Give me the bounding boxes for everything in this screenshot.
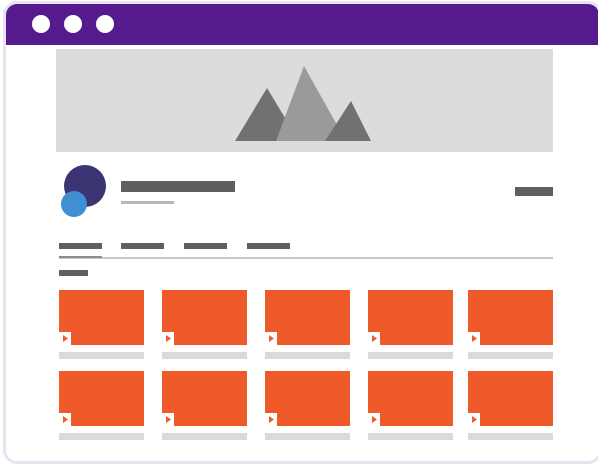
video-title[interactable] (162, 352, 247, 359)
play-icon[interactable] (59, 332, 71, 345)
browser-window (3, 1, 598, 464)
tab-about[interactable] (247, 243, 290, 249)
selected-tab-indicator (59, 256, 102, 258)
section-heading (59, 270, 88, 276)
video-title[interactable] (59, 352, 144, 359)
tab-divider (59, 257, 553, 259)
subscribe-button[interactable] (515, 187, 553, 196)
play-icon[interactable] (368, 332, 380, 345)
video-thumbnail[interactable] (59, 371, 144, 426)
tab-videos[interactable] (121, 243, 164, 249)
play-icon[interactable] (468, 413, 480, 426)
window-control-dot[interactable] (32, 15, 50, 33)
video-title[interactable] (468, 352, 553, 359)
video-thumbnail[interactable] (265, 290, 350, 345)
channel-avatar[interactable] (60, 164, 112, 222)
play-icon[interactable] (265, 413, 277, 426)
video-thumbnail[interactable] (59, 290, 144, 345)
window-control-dot[interactable] (96, 15, 114, 33)
window-titlebar (6, 4, 598, 45)
video-title[interactable] (368, 352, 453, 359)
video-thumbnail[interactable] (162, 371, 247, 426)
video-title[interactable] (162, 433, 247, 440)
video-thumbnail[interactable] (265, 371, 350, 426)
video-thumbnail[interactable] (468, 290, 553, 345)
mountain-image-icon (235, 66, 371, 141)
play-icon[interactable] (468, 332, 480, 345)
tab-playlists[interactable] (184, 243, 227, 249)
video-title[interactable] (265, 352, 350, 359)
play-icon[interactable] (162, 413, 174, 426)
channel-subtitle (121, 201, 174, 204)
video-thumbnail[interactable] (162, 290, 247, 345)
video-title[interactable] (59, 433, 144, 440)
video-title[interactable] (368, 433, 453, 440)
play-icon[interactable] (265, 332, 277, 345)
video-title[interactable] (468, 433, 553, 440)
channel-name (121, 181, 235, 192)
video-thumbnail[interactable] (368, 290, 453, 345)
play-icon[interactable] (368, 413, 380, 426)
channel-banner (56, 49, 553, 152)
tab-home[interactable] (59, 243, 102, 249)
video-thumbnail[interactable] (368, 371, 453, 426)
window-control-dot[interactable] (64, 15, 82, 33)
video-title[interactable] (265, 433, 350, 440)
play-icon[interactable] (162, 332, 174, 345)
video-thumbnail[interactable] (468, 371, 553, 426)
play-icon[interactable] (59, 413, 71, 426)
